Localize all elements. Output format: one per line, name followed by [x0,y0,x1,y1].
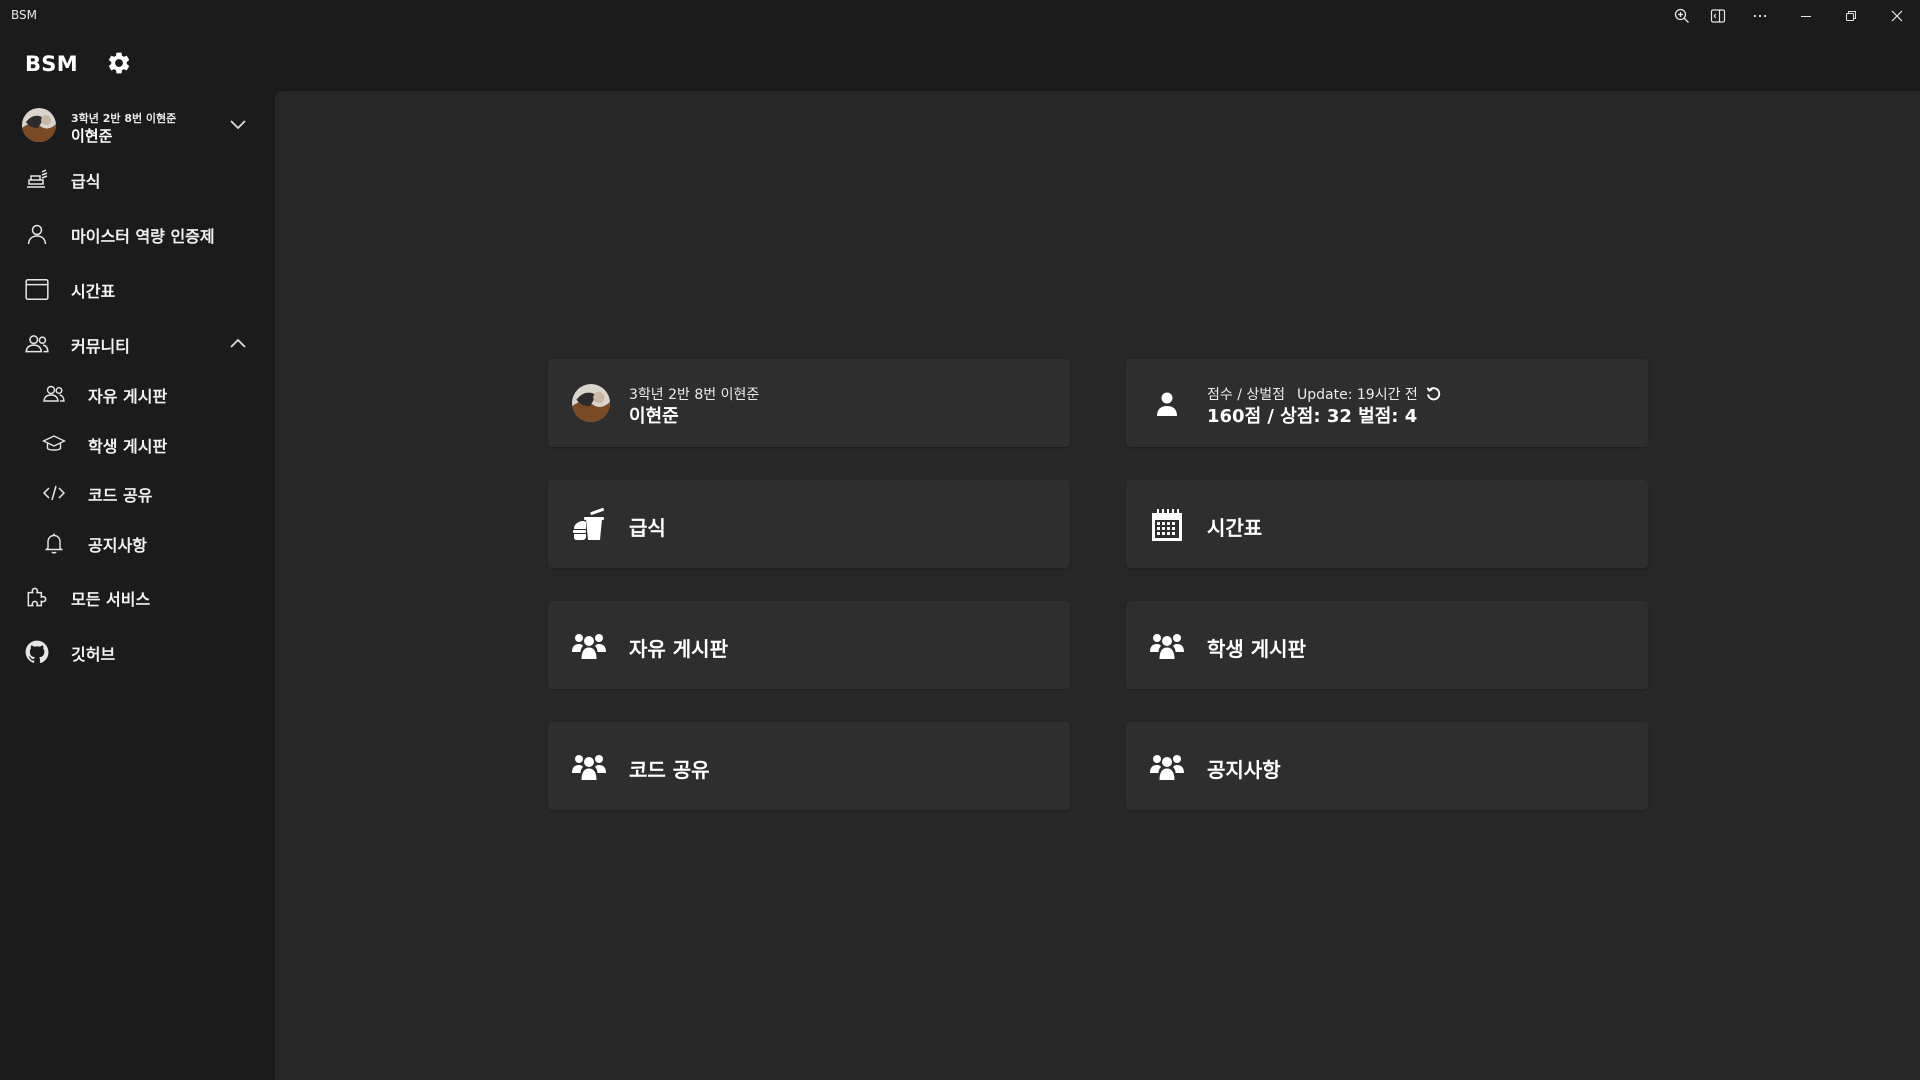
profile-info: 3학년 2반 8번 이현준 [629,387,760,403]
chevron-down-icon[interactable] [226,112,250,136]
title-bar: BSM [0,0,1920,32]
chevron-up-icon[interactable] [226,332,250,356]
profile-name: 이현준 [629,406,679,427]
users-icon [1149,628,1185,664]
update-time: Update: 19시간 전 [1297,387,1418,403]
card-label: 코드 공유 [629,758,710,782]
calendar-icon [1149,507,1185,543]
sidebar-item-community[interactable]: 커뮤니티 [0,322,275,366]
app-mode-icon[interactable] [1701,4,1735,28]
sidebar-item-label: 급식 [71,172,101,191]
window-title: BSM [11,8,37,22]
score-label-line: 점수 / 상벌점 Update: 19시간 전 [1207,384,1441,404]
users-icon [571,628,607,664]
sidebar-item-label: 커뮤니티 [71,337,130,356]
bell-icon [41,530,67,556]
sidebar-item-student-board[interactable]: 학생 게시판 [0,422,275,466]
person-icon [24,221,50,247]
brand-logo[interactable]: BSM [25,52,78,76]
sidebar-item-code-share[interactable]: 코드 공유 [0,471,275,515]
sidebar-item-timetable[interactable]: 시간표 [0,267,275,311]
sidebar-item-label: 마이스터 역량 인증제 [71,227,215,246]
code-share-card[interactable]: 코드 공유 [548,722,1070,810]
sidebar-item-free-board[interactable]: 자유 게시판 [0,372,275,416]
sidebar-item-label: 모든 서비스 [71,590,151,609]
notice-card[interactable]: 공지사항 [1126,722,1648,810]
people-icon [24,331,50,357]
graduation-cap-icon [41,431,67,457]
sidebar-item-notice[interactable]: 공지사항 [0,521,275,565]
sidebar-item-meister[interactable]: 마이스터 역량 인증제 [0,212,275,256]
minimize-icon[interactable] [1789,4,1823,28]
meal-icon [571,507,607,543]
profile-info: 3학년 2반 8번 이현준 [71,112,177,125]
card-label: 공지사항 [1207,758,1281,782]
sidebar-item-label: 코드 공유 [88,486,153,505]
zoom-in-icon[interactable] [1665,4,1699,28]
timetable-card[interactable]: 시간표 [1126,480,1648,568]
sidebar-item-github[interactable]: 깃허브 [0,630,275,674]
student-board-card[interactable]: 학생 게시판 [1126,601,1648,689]
sidebar-item-label: 시간표 [71,282,116,301]
card-label: 자유 게시판 [629,637,728,661]
more-icon[interactable] [1743,4,1777,28]
card-label: 학생 게시판 [1207,637,1306,661]
calendar-icon [24,276,50,302]
profile-card[interactable]: 3학년 2반 8번 이현준 이현준 [548,359,1070,447]
sidebar-item-label: 깃허브 [71,645,116,664]
sidebar: BSM 3학년 2반 8번 이현준 이현준 급식 마이스터 역량 인증제 시간표 [0,32,275,1080]
main-content: 3학년 2반 8번 이현준 이현준 점수 / 상벌점 Update: 19시간 전… [275,91,1920,1080]
restore-icon[interactable] [1834,4,1868,28]
settings-gear-icon[interactable] [104,48,134,78]
free-board-card[interactable]: 자유 게시판 [548,601,1070,689]
card-label: 시간표 [1207,516,1263,540]
meal-card[interactable]: 급식 [548,480,1070,568]
sidebar-item-meal[interactable]: 급식 [0,157,275,201]
score-summary: 160점 / 상점: 32 벌점: 4 [1207,406,1418,427]
users-icon [571,749,607,785]
code-icon [41,480,67,506]
user-solid-icon [1149,386,1185,422]
score-card[interactable]: 점수 / 상벌점 Update: 19시간 전 160점 / 상점: 32 벌점:… [1126,359,1648,447]
sidebar-item-label: 자유 게시판 [88,387,168,406]
users-icon [1149,749,1185,785]
score-label: 점수 / 상벌점 [1207,387,1286,403]
puzzle-icon [24,584,50,610]
avatar [572,384,610,422]
people-icon [41,381,67,407]
avatar [22,108,56,142]
meal-tray-icon [24,166,50,192]
github-icon [24,639,50,665]
sidebar-item-label: 공지사항 [88,536,147,555]
sidebar-item-all-services[interactable]: 모든 서비스 [0,575,275,619]
profile-name: 이현준 [71,127,113,145]
sidebar-item-label: 학생 게시판 [88,437,168,456]
close-icon[interactable] [1880,4,1914,28]
profile-selector[interactable]: 3학년 2반 8번 이현준 이현준 [18,100,258,150]
card-label: 급식 [629,516,666,540]
refresh-icon[interactable] [1426,386,1441,401]
